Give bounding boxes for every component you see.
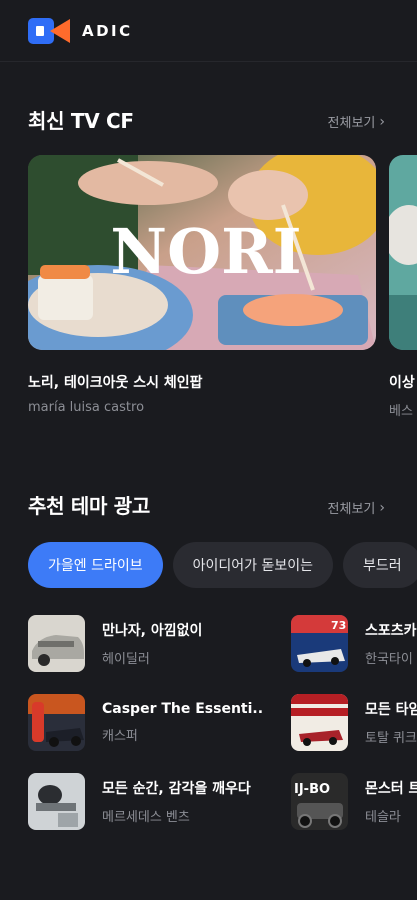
card-title: 이상 [389, 375, 415, 391]
ad-thumbnail [28, 694, 85, 751]
ad-title: 몬스터 트 [365, 781, 417, 797]
tvcf-card[interactable]: 이상 베스 [389, 155, 417, 425]
card-thumbnail: NORI [28, 155, 376, 350]
ad-thumbnail: IJ-BO [291, 773, 348, 830]
card-subtitle: maría luisa castro [28, 400, 145, 415]
theme-pill-soft[interactable]: 부드러 [343, 542, 417, 588]
adic-logo-icon [28, 17, 72, 45]
tvcf-card[interactable]: NORI 노리, 테이크아웃 스시 체인팝 maría luisa castro [28, 155, 376, 425]
ad-title: 스포츠카 [365, 623, 417, 639]
see-all-label: 전체보기 [327, 502, 376, 517]
ad-advertiser: 테슬라 [365, 810, 401, 825]
thumb-text-art: IJ-BO [294, 782, 330, 797]
theme-ad-item[interactable]: 73 스포츠카 한국타이 [291, 615, 417, 672]
app-header: ADIC [0, 0, 417, 62]
ad-advertiser: 메르세데스 벤츠 [102, 810, 190, 825]
tvcf-see-all-link[interactable]: 전체보기 › [327, 112, 385, 132]
brand-logo[interactable]: ADIC [28, 17, 133, 45]
ad-advertiser: 헤이딜러 [102, 652, 150, 667]
ad-advertiser: 캐스퍼 [102, 729, 138, 744]
card-title: 노리, 테이크아웃 스시 체인팝 [28, 375, 203, 391]
see-all-label: 전체보기 [327, 116, 376, 131]
theme-ad-item[interactable]: IJ-BO 몬스터 트 테슬라 [291, 773, 417, 830]
brand-name: ADIC [82, 22, 133, 40]
ad-title: 모든 타임 [365, 702, 417, 718]
card-thumbnail [389, 155, 417, 350]
ad-thumbnail: 73 [291, 615, 348, 672]
theme-pill-ideas[interactable]: 아이디어가 돋보이는 [172, 542, 333, 588]
themes-see-all-link[interactable]: 전체보기 › [327, 498, 385, 518]
chevron-right-icon: › [379, 113, 385, 130]
card-subtitle: 베스 [389, 404, 413, 419]
theme-ad-item[interactable]: 모든 타임 토탈 퀴크 [291, 694, 417, 751]
theme-ad-item[interactable]: Casper The Essenti.. 캐스퍼 [28, 694, 263, 751]
tvcf-section-title: 최신 TV CF [28, 109, 134, 133]
chevron-right-icon: › [379, 499, 385, 516]
ad-thumbnail [28, 615, 85, 672]
ad-title: Casper The Essenti.. [102, 701, 264, 717]
ad-title: 만나자, 아낌없이 [102, 623, 203, 639]
ad-thumbnail [28, 773, 85, 830]
ad-advertiser: 토탈 퀴크 [365, 731, 417, 746]
theme-ad-item[interactable]: 모든 순간, 감각을 깨우다 메르세데스 벤츠 [28, 773, 251, 830]
thumb-number-text: 73 [331, 619, 346, 632]
nori-title-art: NORI [110, 215, 301, 288]
ad-title: 모든 순간, 감각을 깨우다 [102, 781, 251, 797]
ad-thumbnail [291, 694, 348, 751]
theme-ad-item[interactable]: 만나자, 아낌없이 헤이딜러 [28, 615, 202, 672]
ad-advertiser: 한국타이 [365, 652, 413, 667]
theme-pill-autumn-drive[interactable]: 가을엔 드라이브 [28, 542, 163, 588]
themes-section-title: 추천 테마 광고 [28, 494, 150, 518]
theme-pill-bar: 가을엔 드라이브 아이디어가 돋보이는 부드러 [28, 542, 417, 588]
